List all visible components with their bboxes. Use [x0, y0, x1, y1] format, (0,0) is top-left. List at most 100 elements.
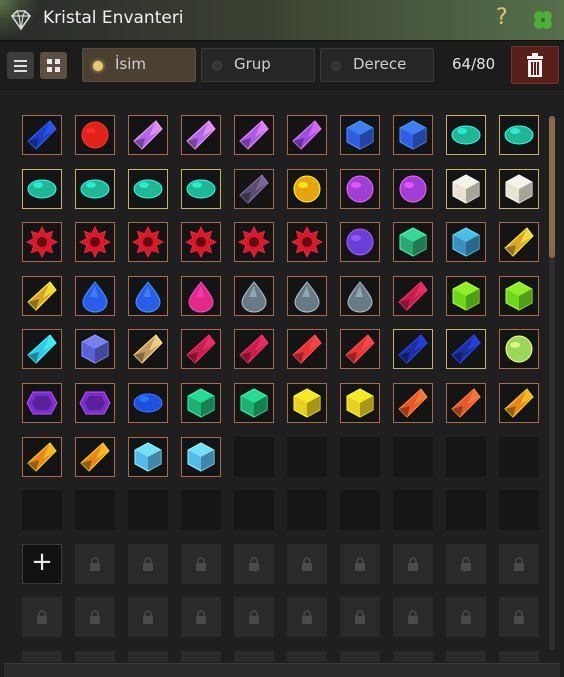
- inventory-slot-empty[interactable]: [234, 490, 274, 531]
- inventory-slot-item[interactable]: [234, 329, 274, 370]
- inventory-slot-item[interactable]: [234, 275, 274, 316]
- inventory-slot-item[interactable]: [340, 222, 380, 263]
- sort-by-grade-button[interactable]: Derece: [320, 48, 434, 82]
- inventory-slot-item[interactable]: [75, 383, 115, 423]
- inventory-slot-item[interactable]: [75, 222, 115, 263]
- inventory-slot-item[interactable]: [446, 222, 486, 263]
- inventory-slot-item[interactable]: [446, 275, 486, 316]
- lock-icon: [249, 557, 259, 571]
- amethyst-round-icon: [394, 169, 432, 208]
- inventory-slot-item[interactable]: [393, 222, 433, 263]
- inventory-slot-item[interactable]: [287, 329, 327, 370]
- inventory-slot-empty[interactable]: [446, 436, 486, 477]
- scrollbar-thumb[interactable]: [549, 116, 555, 258]
- add-slot-button[interactable]: +: [22, 543, 62, 584]
- inventory-slot-empty[interactable]: [128, 490, 168, 531]
- inventory-slot-item[interactable]: [22, 275, 62, 316]
- garnet-shard-icon: [394, 276, 432, 315]
- inventory-slot-locked: [287, 597, 327, 638]
- list-view-icon: [14, 60, 27, 72]
- inventory-slot-empty[interactable]: [287, 436, 327, 477]
- inventory-slot-item[interactable]: [181, 168, 221, 209]
- inventory-slot-item[interactable]: [340, 329, 380, 370]
- inventory-slot-item[interactable]: [22, 168, 62, 209]
- inventory-slot-item[interactable]: [128, 275, 168, 316]
- inventory-slot-item[interactable]: [75, 115, 115, 155]
- inventory-slot-item[interactable]: [340, 115, 380, 155]
- inventory-slot-empty[interactable]: [287, 490, 327, 531]
- inventory-slot-item[interactable]: [340, 275, 380, 316]
- inventory-slot-item[interactable]: [393, 329, 433, 370]
- inventory-slot-item[interactable]: [75, 168, 115, 209]
- inventory-slot-item[interactable]: [181, 222, 221, 263]
- inventory-slot-item[interactable]: [22, 383, 62, 423]
- inventory-slot-item[interactable]: [287, 383, 327, 423]
- inventory-slot-item[interactable]: [234, 383, 274, 423]
- inventory-slot-item[interactable]: [22, 436, 62, 477]
- delete-button[interactable]: [511, 46, 559, 84]
- inventory-slot-item[interactable]: [181, 436, 221, 477]
- inventory-slot-item[interactable]: [181, 383, 221, 423]
- inventory-slot-item[interactable]: [128, 329, 168, 370]
- inventory-slot-item[interactable]: [499, 329, 539, 370]
- plus-icon: +: [31, 546, 53, 577]
- inventory-slot-item[interactable]: [234, 222, 274, 263]
- inventory-slot-item[interactable]: [340, 383, 380, 423]
- inventory-slot-item[interactable]: [287, 275, 327, 316]
- inventory-slot-item[interactable]: [287, 168, 327, 209]
- inventory-slot-item[interactable]: [181, 115, 221, 155]
- question-icon[interactable]: ?: [496, 5, 508, 30]
- inventory-slot-item[interactable]: [22, 329, 62, 370]
- inventory-slot-item[interactable]: [287, 115, 327, 155]
- inventory-slot-empty[interactable]: [234, 436, 274, 477]
- inventory-slot-item[interactable]: [287, 222, 327, 263]
- inventory-slot-item[interactable]: [446, 115, 486, 155]
- inventory-slot-item[interactable]: [499, 115, 539, 155]
- list-view-button[interactable]: [7, 52, 34, 79]
- inventory-slot-item[interactable]: [128, 383, 168, 423]
- inventory-slot-empty[interactable]: [499, 436, 539, 477]
- inventory-slot-item[interactable]: [75, 436, 115, 477]
- inventory-slot-item[interactable]: [181, 275, 221, 316]
- inventory-slot-item[interactable]: [128, 115, 168, 155]
- clover-icon[interactable]: [530, 7, 556, 33]
- inventory-slot-item[interactable]: [499, 275, 539, 316]
- inventory-slot-item[interactable]: [75, 329, 115, 370]
- inventory-slot-item[interactable]: [128, 436, 168, 477]
- inventory-slot-empty[interactable]: [22, 490, 62, 531]
- inventory-slot-empty[interactable]: [75, 490, 115, 531]
- inventory-slot-empty[interactable]: [340, 490, 380, 531]
- inventory-slot-item[interactable]: [234, 168, 274, 209]
- inventory-slot-locked: [181, 597, 221, 638]
- inventory-slot-item[interactable]: [181, 329, 221, 370]
- inventory-slot-item[interactable]: [393, 115, 433, 155]
- sort-by-name-button[interactable]: İsim: [82, 48, 196, 82]
- inventory-slot-item[interactable]: [75, 275, 115, 316]
- aquamarine-cube-icon: [182, 437, 220, 476]
- inventory-slot-empty[interactable]: [393, 490, 433, 531]
- inventory-slot-item[interactable]: [128, 222, 168, 263]
- inventory-slot-empty[interactable]: [499, 490, 539, 531]
- inventory-slot-item[interactable]: [446, 329, 486, 370]
- inventory-slot-item[interactable]: [499, 222, 539, 263]
- inventory-slot-item[interactable]: [22, 222, 62, 263]
- inventory-slot-item[interactable]: [22, 115, 62, 155]
- grid-view-button[interactable]: [40, 52, 67, 79]
- inventory-slot-item[interactable]: [234, 115, 274, 155]
- inventory-slot-empty[interactable]: [181, 490, 221, 531]
- inventory-slot-item[interactable]: [446, 383, 486, 423]
- inventory-slot-item[interactable]: [393, 168, 433, 209]
- inventory-slot-empty[interactable]: [446, 490, 486, 531]
- inventory-slot-item[interactable]: [446, 168, 486, 209]
- inventory-slot-item[interactable]: [128, 168, 168, 209]
- inventory-slot-item[interactable]: [393, 275, 433, 316]
- sort-by-group-button[interactable]: Grup: [201, 48, 315, 82]
- inventory-slot-item[interactable]: [393, 383, 433, 423]
- inventory-slot-item[interactable]: [499, 168, 539, 209]
- inventory-slot-item[interactable]: [499, 383, 539, 423]
- inventory-slot-empty[interactable]: [340, 436, 380, 477]
- inventory-slot-empty[interactable]: [393, 436, 433, 477]
- inventory-slot-locked: [128, 651, 168, 662]
- amber-shard-icon: [500, 384, 538, 422]
- inventory-slot-item[interactable]: [340, 168, 380, 209]
